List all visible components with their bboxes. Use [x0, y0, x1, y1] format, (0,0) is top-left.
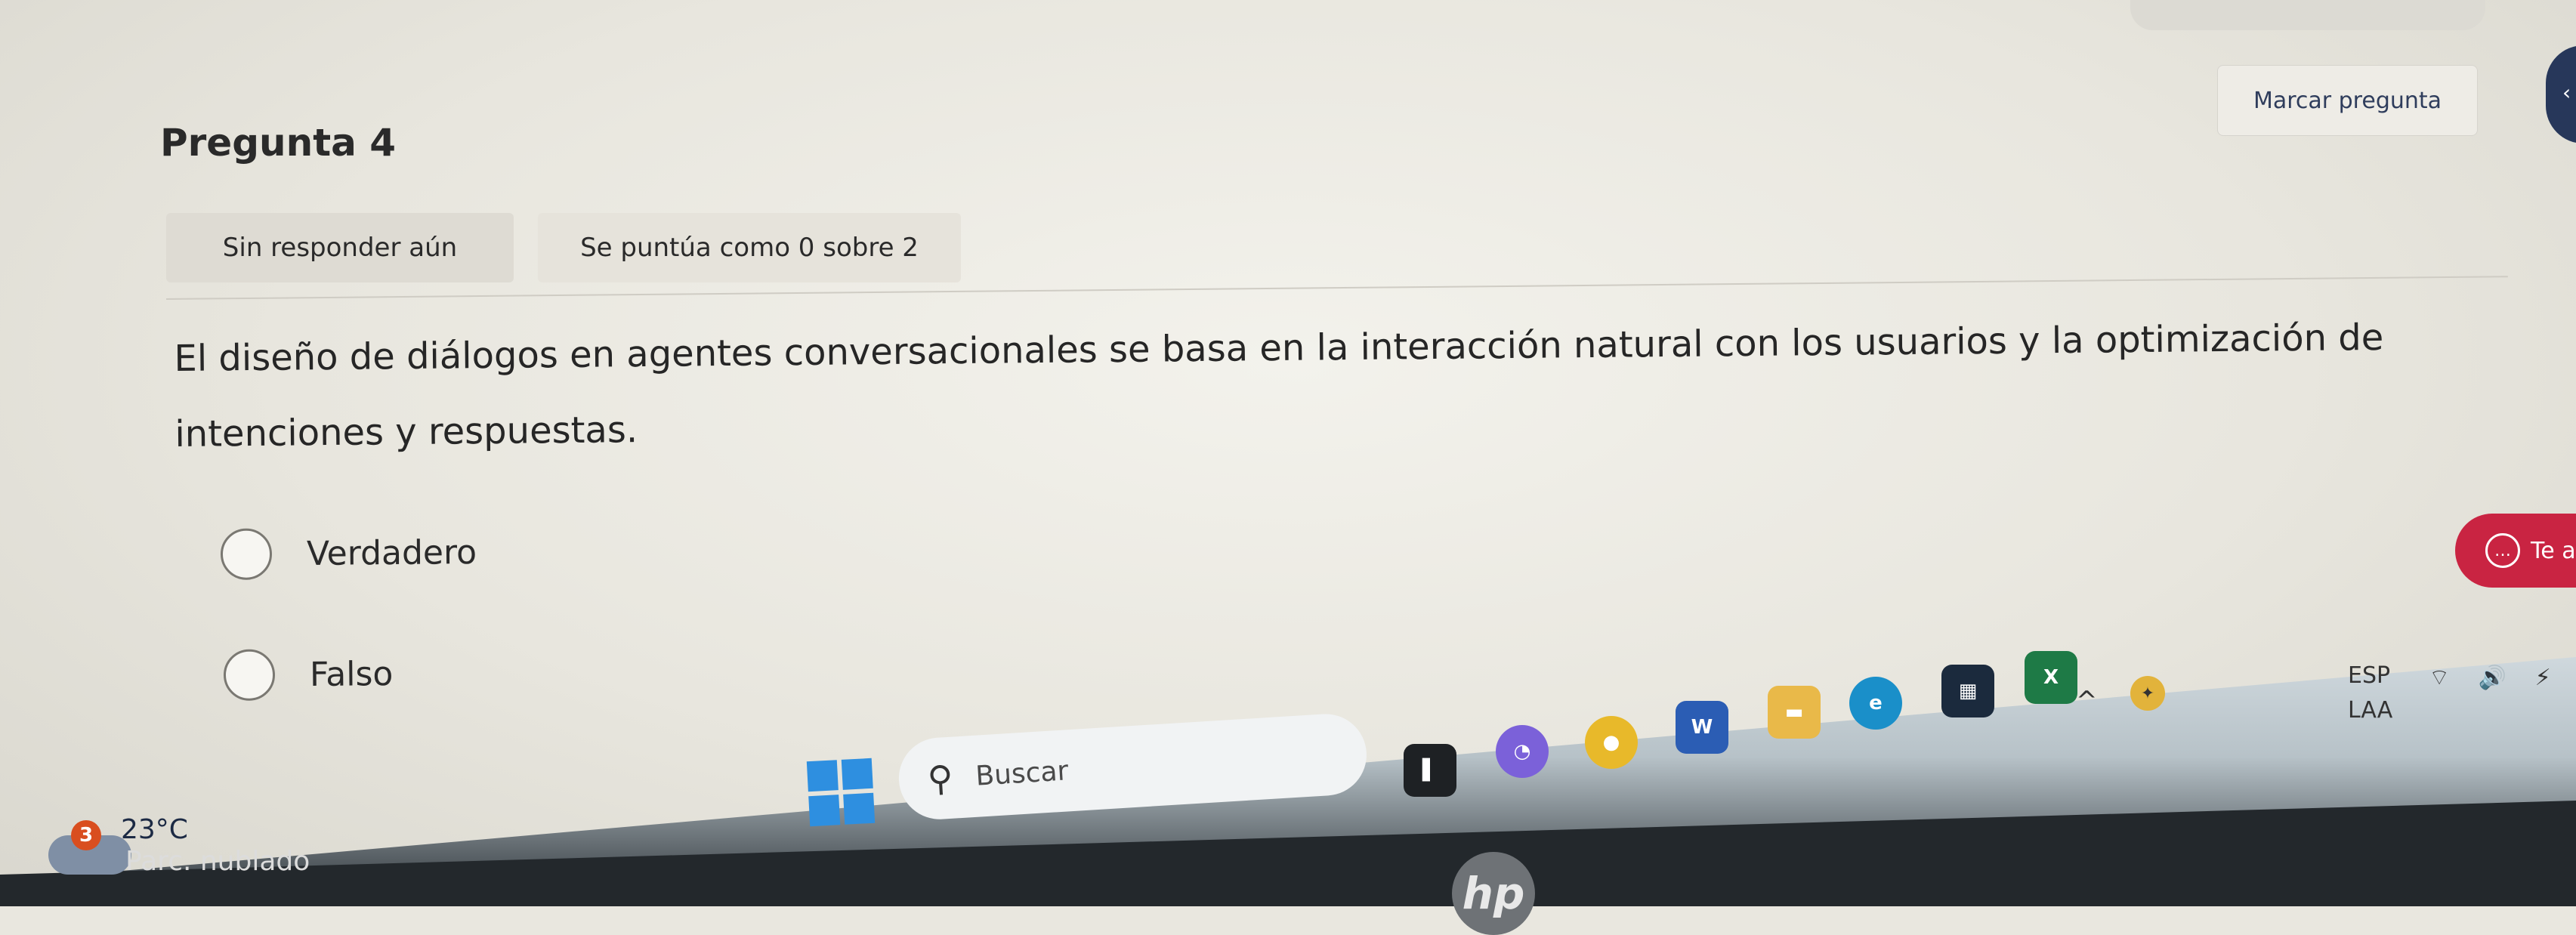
windows-logo-icon: [806, 760, 839, 792]
excel-icon[interactable]: X: [2025, 651, 2077, 704]
weather-condition[interactable]: Parc. nublado: [125, 846, 310, 877]
question-title: Pregunta 4: [160, 121, 397, 165]
chevron-up-icon[interactable]: ^: [2076, 686, 2098, 716]
task-view-icon[interactable]: ▌: [1404, 744, 1456, 797]
weather-temperature[interactable]: 23°C: [121, 814, 188, 845]
option-label: Verdadero: [306, 532, 477, 573]
edge-icon[interactable]: e: [1849, 677, 1902, 730]
start-button[interactable]: [806, 758, 876, 827]
weather-notification-badge: 3: [71, 820, 101, 850]
question-text: El diseño de diálogos en agentes convers…: [174, 316, 2384, 455]
radio-button-true[interactable]: [220, 528, 273, 580]
top-nav-fragment: [2130, 0, 2485, 30]
arrow-icon: ‹: [2562, 80, 2571, 105]
answer-status-badge: Sin responder aún: [166, 213, 514, 282]
system-tray-icons[interactable]: ⌔ 🔊 ⚡: [2429, 663, 2562, 692]
search-icon: ⚲: [926, 757, 955, 800]
option-false[interactable]: Falso: [223, 648, 394, 701]
score-badge: Se puntúa como 0 sobre 2: [538, 213, 961, 282]
option-label: Falso: [309, 654, 394, 694]
copilot-icon[interactable]: ◔: [1496, 725, 1549, 778]
quiz-nav-tab[interactable]: ‹: [2546, 45, 2576, 143]
radio-button-false[interactable]: [223, 649, 276, 701]
chat-help-pill[interactable]: … Te a: [2455, 514, 2576, 588]
language-code: ESP: [2348, 662, 2391, 689]
divider: [165, 276, 2508, 300]
layout-code: LAA: [2348, 697, 2393, 724]
search-placeholder: Buscar: [974, 754, 1070, 792]
input-language[interactable]: ESP LAA: [2348, 659, 2392, 728]
tray-app-icon[interactable]: ✦: [2130, 676, 2165, 711]
word-icon[interactable]: W: [1676, 701, 1728, 754]
file-explorer-icon[interactable]: ▬: [1768, 686, 1821, 739]
chrome-icon[interactable]: ●: [1585, 716, 1638, 769]
hp-logo-icon: hp: [1452, 852, 1535, 935]
store-icon[interactable]: ▦: [1941, 665, 1994, 717]
flag-question-button[interactable]: Marcar pregunta: [2217, 65, 2478, 136]
option-true[interactable]: Verdadero: [220, 526, 477, 580]
chat-pill-text: Te a: [2531, 537, 2576, 564]
chat-icon: …: [2485, 533, 2520, 568]
